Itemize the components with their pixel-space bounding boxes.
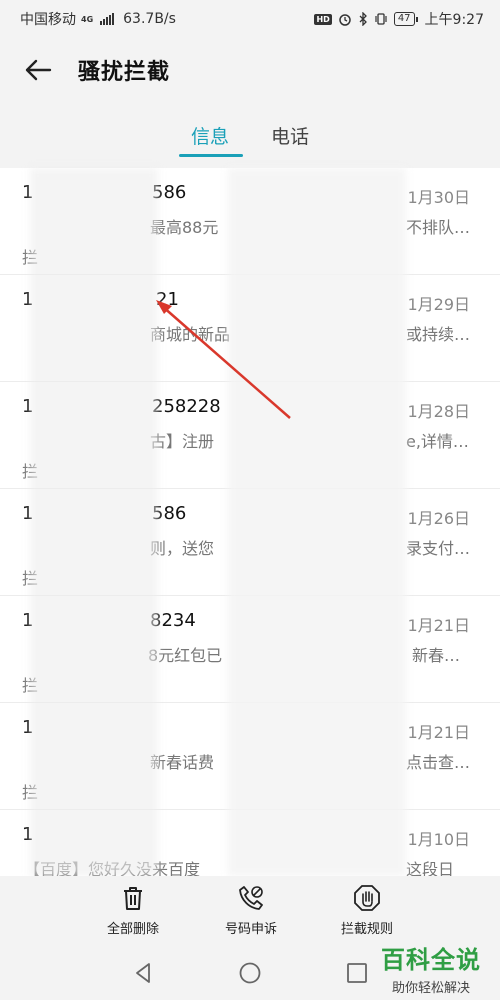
- message-date: 1月30日: [407, 188, 470, 207]
- delete-all-label: 全部删除: [106, 922, 159, 937]
- back-arrow-icon: [25, 59, 52, 81]
- message-date: 1月28日: [407, 402, 470, 421]
- alarm-icon: [339, 14, 351, 26]
- tab-bar: 信息 电话: [0, 110, 500, 166]
- bottom-toolbar: 全部删除 号码申诉 拦截规则: [0, 876, 500, 946]
- report-number-button[interactable]: 号码申诉: [196, 884, 306, 937]
- message-date: 1月21日: [407, 616, 470, 635]
- delete-all-button[interactable]: 全部删除: [78, 884, 188, 937]
- network-speed: 63.7B/s: [123, 11, 176, 27]
- message-preview: 商城的新品: [150, 325, 231, 344]
- hd-badge: HD: [314, 13, 332, 25]
- nav-back-icon[interactable]: [130, 960, 156, 986]
- message-date: 1月21日: [407, 723, 470, 742]
- message-date: 1月10日: [407, 830, 470, 849]
- message-preview: 则，送您: [150, 539, 215, 558]
- message-preview: 8元红包已: [148, 646, 223, 665]
- watermark-title: 百科全说: [381, 946, 481, 974]
- watermark-logo: 百科全说 助你轻松解决: [372, 940, 490, 996]
- message-preview: 新春话费: [150, 753, 215, 772]
- report-number-label: 号码申诉: [224, 922, 277, 937]
- hand-shield-icon: [354, 885, 380, 911]
- message-date: 1月26日: [407, 509, 470, 528]
- message-preview-tail: 点击查…: [406, 753, 471, 772]
- message-preview-tail: 不排队…: [406, 218, 471, 237]
- message-preview-tail: 录支付…: [406, 539, 471, 558]
- redaction-blur-left: [30, 168, 158, 876]
- page-title: 骚扰拦截: [78, 60, 171, 85]
- message-preview-tail: 或持续…: [406, 325, 471, 344]
- message-preview: 最高88元: [150, 218, 219, 237]
- signal-icon: [100, 13, 115, 25]
- trash-icon: [124, 887, 142, 910]
- back-button[interactable]: [16, 50, 60, 90]
- carrier-name: 中国移动: [20, 12, 76, 28]
- message-preview-tail: 这段日: [406, 860, 455, 876]
- status-left: 中国移动 4G 63.7B/s: [20, 9, 176, 29]
- battery-icon: 47: [393, 12, 418, 26]
- message-preview-tail: e,详情…: [406, 432, 469, 451]
- tab-messages[interactable]: 信息: [170, 122, 250, 149]
- network-type: 4G: [81, 14, 94, 24]
- watermark-subtitle: 助你轻松解决: [391, 981, 470, 996]
- tab-indicator: [179, 154, 243, 157]
- phone-block-icon: [239, 886, 263, 910]
- redaction-blur-middle: [228, 168, 406, 876]
- block-rules-label: 拦截规则: [340, 922, 393, 937]
- message-date: 1月29日: [407, 295, 470, 314]
- nav-recent-icon[interactable]: [344, 960, 370, 986]
- nav-home-icon[interactable]: [237, 960, 263, 986]
- status-bar: 中国移动 4G 63.7B/s HD 47 上午9:27: [0, 0, 500, 34]
- status-right: HD 47 上午9:27: [314, 9, 484, 29]
- sender-number: 258228: [152, 396, 221, 417]
- message-preview: 古】注册: [150, 432, 215, 451]
- vibrate-icon: [375, 13, 387, 25]
- tab-calls[interactable]: 电话: [250, 122, 330, 149]
- app-header: 骚扰拦截: [0, 34, 500, 104]
- sender-number: 21: [156, 289, 179, 310]
- bluetooth-icon: [359, 12, 367, 26]
- message-preview-tail: 新春…: [412, 646, 461, 665]
- block-rules-button[interactable]: 拦截规则: [312, 884, 422, 937]
- clock: 上午9:27: [424, 12, 484, 28]
